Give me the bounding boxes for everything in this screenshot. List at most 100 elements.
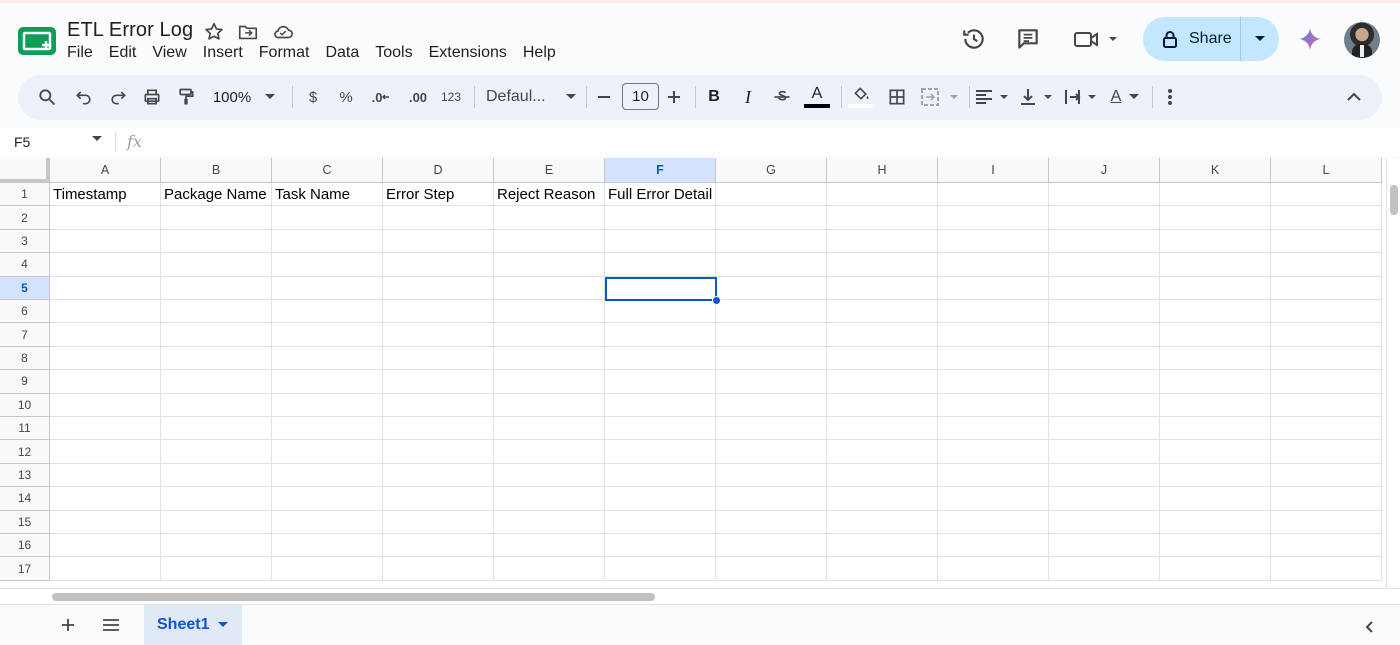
print-icon[interactable] <box>139 83 165 111</box>
horizontal-scroll-thumb[interactable] <box>52 593 655 601</box>
cell-h17[interactable] <box>827 557 938 581</box>
cell-j6[interactable] <box>1049 300 1160 324</box>
cell-k2[interactable] <box>1160 206 1271 230</box>
cell-h7[interactable] <box>827 323 938 347</box>
cell-h9[interactable] <box>827 370 938 394</box>
cell-l4[interactable] <box>1271 253 1382 277</box>
menu-data[interactable]: Data <box>320 44 364 62</box>
cloud-saved-icon[interactable] <box>272 21 294 43</box>
cell-a6[interactable] <box>50 300 161 324</box>
cell-h6[interactable] <box>827 300 938 324</box>
cell-f2[interactable] <box>605 206 716 230</box>
cell-d12[interactable] <box>383 440 494 464</box>
cell-a8[interactable] <box>50 346 161 371</box>
cell-e10[interactable] <box>494 393 605 417</box>
cell-b14[interactable] <box>161 487 272 511</box>
cell-k3[interactable] <box>1160 229 1271 254</box>
cell-e16[interactable] <box>494 534 605 558</box>
more-options-icon[interactable] <box>1160 83 1180 111</box>
cell-j5[interactable] <box>1049 276 1160 300</box>
cell-g10[interactable] <box>716 393 827 417</box>
cell-c14[interactable] <box>272 487 383 511</box>
gemini-icon[interactable] <box>1295 24 1325 54</box>
cell-h1[interactable] <box>827 183 938 207</box>
cell-l14[interactable] <box>1271 487 1382 511</box>
menu-file[interactable]: File <box>67 44 98 62</box>
cell-l5[interactable] <box>1271 276 1382 300</box>
cell-b7[interactable] <box>161 323 272 347</box>
cell-b13[interactable] <box>161 463 272 488</box>
cell-d15[interactable] <box>383 510 494 534</box>
cell-f16[interactable] <box>605 534 716 558</box>
cell-g12[interactable] <box>716 440 827 464</box>
cell-a17[interactable] <box>50 557 161 581</box>
cell-l11[interactable] <box>1271 417 1382 441</box>
cell-e7[interactable] <box>494 323 605 347</box>
search-menus-icon[interactable] <box>34 83 60 111</box>
cell-k8[interactable] <box>1160 346 1271 371</box>
cell-l7[interactable] <box>1271 323 1382 347</box>
cell-l8[interactable] <box>1271 346 1382 371</box>
cell-f1[interactable]: Full Error Detail <box>605 183 716 207</box>
cell-k6[interactable] <box>1160 300 1271 324</box>
column-header-g[interactable]: G <box>716 158 827 183</box>
cell-e1[interactable]: Reject Reason <box>494 183 605 207</box>
column-header-k[interactable]: K <box>1160 158 1271 183</box>
cell-e11[interactable] <box>494 417 605 441</box>
cell-b12[interactable] <box>161 440 272 464</box>
column-header-b[interactable]: B <box>161 158 272 183</box>
menu-view[interactable]: View <box>147 44 191 62</box>
cell-b17[interactable] <box>161 557 272 581</box>
cell-i8[interactable] <box>938 346 1049 371</box>
cell-a16[interactable] <box>50 534 161 558</box>
cell-k13[interactable] <box>1160 463 1271 488</box>
cell-b8[interactable] <box>161 346 272 371</box>
cell-i3[interactable] <box>938 229 1049 254</box>
cell-e15[interactable] <box>494 510 605 534</box>
cell-d9[interactable] <box>383 370 494 394</box>
cell-i5[interactable] <box>938 276 1049 300</box>
cell-k12[interactable] <box>1160 440 1271 464</box>
cell-a11[interactable] <box>50 417 161 441</box>
cell-i14[interactable] <box>938 487 1049 511</box>
cell-e4[interactable] <box>494 253 605 277</box>
cell-k14[interactable] <box>1160 487 1271 511</box>
account-avatar[interactable] <box>1344 22 1380 58</box>
cell-c6[interactable] <box>272 300 383 324</box>
cell-i7[interactable] <box>938 323 1049 347</box>
cell-a9[interactable] <box>50 370 161 394</box>
font-size-input[interactable]: 10 <box>622 83 659 110</box>
cell-l1[interactable] <box>1271 183 1382 207</box>
caret-down-icon[interactable] <box>92 136 102 142</box>
cell-a15[interactable] <box>50 510 161 534</box>
cell-c4[interactable] <box>272 253 383 277</box>
cell-c1[interactable]: Task Name <box>272 183 383 207</box>
cell-a3[interactable] <box>50 229 161 254</box>
cell-f12[interactable] <box>605 440 716 464</box>
row-header-11[interactable]: 11 <box>0 417 50 441</box>
row-header-6[interactable]: 6 <box>0 300 50 324</box>
vertical-scroll-thumb[interactable] <box>1390 185 1398 215</box>
cell-g16[interactable] <box>716 534 827 558</box>
cell-i12[interactable] <box>938 440 1049 464</box>
menu-tools[interactable]: Tools <box>370 44 417 62</box>
cell-e8[interactable] <box>494 346 605 371</box>
cell-g1[interactable] <box>716 183 827 207</box>
cell-a1[interactable]: Timestamp <box>50 183 161 207</box>
cell-g8[interactable] <box>716 346 827 371</box>
cell-e5[interactable] <box>494 276 605 300</box>
cell-j13[interactable] <box>1049 463 1160 488</box>
cell-k16[interactable] <box>1160 534 1271 558</box>
cell-i4[interactable] <box>938 253 1049 277</box>
cell-i11[interactable] <box>938 417 1049 441</box>
cell-l16[interactable] <box>1271 534 1382 558</box>
star-icon[interactable] <box>203 21 225 43</box>
cell-h11[interactable] <box>827 417 938 441</box>
cell-b10[interactable] <box>161 393 272 417</box>
cell-b3[interactable] <box>161 229 272 254</box>
number-format-button[interactable]: 123 <box>438 83 464 111</box>
bold-button[interactable]: B <box>703 83 725 111</box>
cell-h8[interactable] <box>827 346 938 371</box>
format-currency-button[interactable]: $ <box>302 83 324 111</box>
merge-cells-icon[interactable] <box>918 83 962 111</box>
